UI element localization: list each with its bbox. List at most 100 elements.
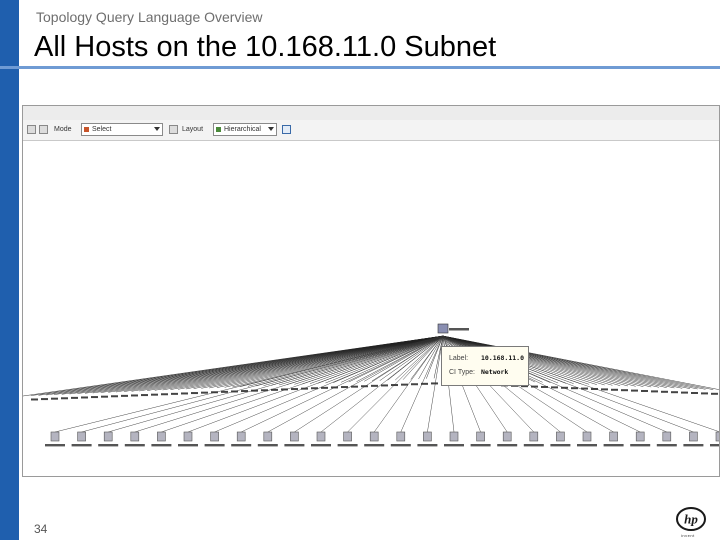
host-label-mark xyxy=(656,444,677,447)
host-label-mark xyxy=(611,388,618,391)
arrow-icon[interactable] xyxy=(27,125,36,134)
host-label-mark xyxy=(523,444,544,447)
host-label-mark xyxy=(381,384,388,387)
host-label-mark xyxy=(431,382,438,385)
host-label-mark xyxy=(291,388,298,391)
chevron-down-icon xyxy=(154,127,160,131)
host-icon xyxy=(50,431,60,442)
host-icon xyxy=(635,431,645,442)
host-icon xyxy=(316,431,326,442)
host-label-mark xyxy=(631,389,638,392)
topology-graph[interactable] xyxy=(23,140,720,476)
pointer-icon[interactable] xyxy=(39,125,48,134)
host-icon xyxy=(502,431,512,442)
host-icon xyxy=(662,431,672,442)
host-label-mark xyxy=(470,444,491,447)
host-label-mark xyxy=(221,390,228,393)
host-label-mark xyxy=(444,444,464,447)
layout-label: Layout xyxy=(182,126,204,133)
layout-icon xyxy=(169,125,178,134)
host-icon xyxy=(396,431,406,442)
host-label-mark xyxy=(603,444,624,447)
host-label-mark xyxy=(151,444,172,447)
host-icon xyxy=(343,431,352,442)
host-label-mark xyxy=(711,392,718,395)
network-icon xyxy=(437,323,449,334)
host-label-mark xyxy=(141,394,148,397)
slide-title: All Hosts on the 10.168.11.0 Subnet xyxy=(34,31,497,63)
host-icon xyxy=(369,431,379,442)
select-mode-icon xyxy=(84,127,89,132)
host-label-mark xyxy=(671,391,678,394)
host-label-mark xyxy=(45,444,65,447)
host-label-mark xyxy=(191,392,198,395)
host-label-mark xyxy=(321,386,328,389)
host-icon xyxy=(582,431,592,442)
mode-select-value: Select xyxy=(92,126,112,133)
window-strip xyxy=(23,106,719,121)
host-label-mark xyxy=(371,384,378,387)
host-label-mark xyxy=(621,389,628,392)
host-label-mark xyxy=(178,444,198,447)
host-icon xyxy=(210,431,219,442)
host-label-mark xyxy=(121,394,128,397)
host-label-mark xyxy=(497,444,518,447)
host-label-mark xyxy=(337,444,358,447)
host-label-mark xyxy=(181,392,188,395)
tooltip-ci-type-key: CI Type: xyxy=(449,369,475,376)
tooltip-ci-type-value: Network xyxy=(480,368,509,376)
host-label-mark xyxy=(71,396,78,399)
host-icon xyxy=(103,431,113,442)
host-icon xyxy=(423,431,432,442)
host-label-mark xyxy=(541,385,548,388)
ci-tooltip: Label: 10.168.11.0 CI Type: Network xyxy=(441,346,529,386)
host-label-mark xyxy=(577,444,597,447)
slide-section-label: Topology Query Language Overview xyxy=(36,9,263,25)
host-label-mark xyxy=(257,444,278,447)
host-label-mark xyxy=(204,444,225,447)
topology-screenshot: Mode Select Layout Hierarchical xyxy=(22,105,720,477)
host-label-mark xyxy=(231,444,252,447)
host-label-mark xyxy=(401,383,408,386)
host-label-mark xyxy=(683,444,704,447)
host-label-mark xyxy=(550,444,571,447)
network-label-mark xyxy=(449,328,469,331)
host-icon xyxy=(689,431,698,442)
host-icon xyxy=(290,431,299,442)
host-icon xyxy=(236,431,246,442)
topology-toolbar: Mode Select Layout Hierarchical xyxy=(23,120,719,141)
apply-layout-icon[interactable] xyxy=(282,125,291,134)
host-label-mark xyxy=(151,393,158,396)
host-label-mark xyxy=(417,444,438,447)
host-label-mark xyxy=(41,398,48,401)
host-label-mark xyxy=(681,391,688,394)
host-label-mark xyxy=(284,444,305,447)
host-label-mark xyxy=(111,395,118,398)
edge-line xyxy=(81,335,444,433)
host-label-mark xyxy=(31,398,38,401)
host-icon xyxy=(157,431,166,442)
hp-logo-icon: hp xyxy=(676,507,706,531)
hp-logo-text: hp xyxy=(684,512,698,527)
host-label-mark xyxy=(710,444,719,447)
slide-accent-bar xyxy=(0,0,19,540)
host-label-mark xyxy=(124,444,145,447)
host-icon xyxy=(529,431,539,442)
host-label-mark xyxy=(551,386,558,389)
host-label-mark xyxy=(81,396,88,399)
header-rule xyxy=(0,66,720,69)
edge-line xyxy=(134,335,444,433)
host-label-mark xyxy=(201,391,208,394)
host-label-mark xyxy=(311,444,331,447)
layout-select-value: Hierarchical xyxy=(224,126,261,133)
mode-select[interactable]: Select xyxy=(81,123,163,136)
host-label-mark xyxy=(61,397,68,400)
host-icon xyxy=(183,431,193,442)
host-label-mark xyxy=(171,392,178,395)
hierarchical-layout-icon xyxy=(216,127,221,132)
host-icon xyxy=(556,431,565,442)
layout-select[interactable]: Hierarchical xyxy=(213,123,277,136)
host-label-mark xyxy=(98,444,119,447)
host-label-mark xyxy=(601,388,608,391)
host-label-mark xyxy=(701,392,708,395)
